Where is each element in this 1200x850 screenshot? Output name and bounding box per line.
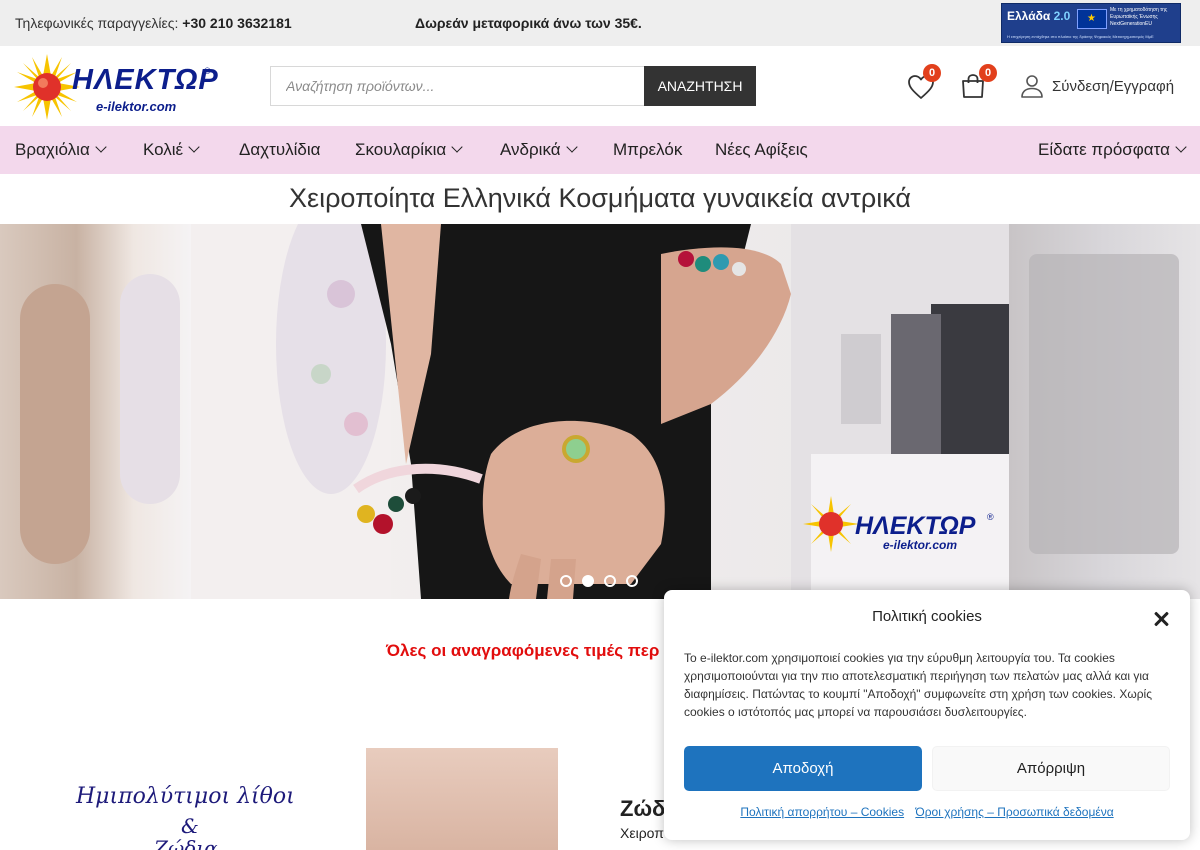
close-icon[interactable] bbox=[1151, 609, 1171, 629]
slider-dot[interactable] bbox=[604, 575, 616, 587]
slide-watermark-site: e-ilektor.com bbox=[883, 538, 958, 552]
slider-dot-active[interactable] bbox=[582, 575, 594, 587]
logo-registered-mark: ® bbox=[204, 66, 211, 76]
arm-photo bbox=[366, 748, 558, 850]
nav-item-label: Κολιέ bbox=[143, 140, 184, 159]
next-slide-peek bbox=[1009, 224, 1200, 599]
search-button[interactable]: ΑΝΑΖΗΤΗΣΗ bbox=[644, 66, 756, 106]
site-logo[interactable]: ΗΛΕΚΤΩΡ ® e-ilektor.com bbox=[14, 52, 224, 120]
slide-watermark-reg: ® bbox=[987, 512, 994, 522]
hero-slide-image: ΗΛΕΚΤΩΡ ® e-ilektor.com bbox=[191, 224, 1009, 599]
slide-peek-shape bbox=[1029, 254, 1179, 554]
terms-of-use-link[interactable]: Όροι χρήσης – Προσωπικά δεδομένα bbox=[915, 805, 1113, 819]
nav-item-earrings[interactable]: Σκουλαρίκια bbox=[355, 140, 463, 160]
previous-slide-peek bbox=[0, 224, 191, 599]
eu-badge-footer: Η επιχείρηση εντάχθηκε στο πλαίσιο της δ… bbox=[1007, 34, 1154, 39]
nav-item-necklaces[interactable]: Κολιέ bbox=[143, 140, 200, 160]
cookie-policy-links: Πολιτική απορρήτου – Cookies Όροι χρήσης… bbox=[664, 805, 1190, 819]
nav-item-label: Δαχτυλίδια bbox=[239, 140, 321, 159]
cart-count-badge: 0 bbox=[979, 64, 997, 82]
promo-subtitle: Χειροπ bbox=[620, 825, 664, 841]
top-bar: Τηλεφωνικές παραγγελίες: +30 210 3632181… bbox=[0, 0, 1200, 46]
search-input[interactable] bbox=[270, 66, 644, 106]
accept-cookies-button[interactable]: Αποδοχή bbox=[684, 746, 922, 791]
eu-badge-title-a: Ελλάδα bbox=[1007, 9, 1051, 23]
nav-item-new-arrivals[interactable]: Νέες Αφίξεις bbox=[715, 140, 808, 160]
phone-label: Τηλεφωνικές παραγγελίες: bbox=[15, 15, 179, 31]
chevron-down-icon bbox=[451, 141, 463, 153]
page-headline: Χειροποίητα Ελληνικά Κοσμήματα γυναικεία… bbox=[289, 183, 911, 213]
privacy-policy-link[interactable]: Πολιτική απορρήτου – Cookies bbox=[740, 805, 904, 819]
slider-dot[interactable] bbox=[626, 575, 638, 587]
promo-image-line3: Ζώδια bbox=[154, 836, 218, 850]
user-icon bbox=[1021, 75, 1043, 98]
sun-logo-icon bbox=[14, 54, 80, 120]
recently-viewed-toggle[interactable]: Είδατε πρόσφατα bbox=[1038, 140, 1187, 160]
price-notice: Όλες οι αναγραφόμενες τιμές περ bbox=[386, 641, 660, 660]
nav-item-rings[interactable]: Δαχτυλίδια bbox=[239, 140, 320, 160]
nav-item-label: Βραχιόλια bbox=[15, 140, 90, 159]
slide-peek-shape bbox=[120, 274, 180, 504]
cookie-dialog-title: Πολιτική cookies bbox=[872, 608, 982, 625]
chevron-down-icon bbox=[1175, 141, 1187, 153]
slide-watermark-word: ΗΛΕΚΤΩΡ bbox=[855, 512, 976, 540]
nav-item-label: Σκουλαρίκια bbox=[355, 140, 447, 159]
slider-dot[interactable] bbox=[560, 575, 572, 587]
nav-item-label: Ανδρικά bbox=[500, 140, 561, 159]
chevron-down-icon bbox=[565, 141, 578, 153]
login-label: Σύνδεση/Εγγραφή bbox=[1052, 78, 1175, 95]
eu-badge-text: Με τη χρηματοδότηση της Ευρωπαϊκής Ένωση… bbox=[1110, 7, 1168, 27]
nav-item-label: Νέες Αφίξεις bbox=[715, 140, 808, 159]
nav-item-label: Μπρελόκ bbox=[613, 140, 683, 159]
deny-cookies-button[interactable]: Απόρριψη bbox=[932, 746, 1170, 791]
nav-item-bracelets[interactable]: Βραχιόλια bbox=[15, 140, 107, 160]
nav-item-keychains[interactable]: Μπρελόκ bbox=[613, 140, 682, 160]
nav-item-mens[interactable]: Ανδρικά bbox=[500, 140, 578, 160]
cookie-dialog-message: Το e-ilektor.com χρησιμοποιεί cookies γι… bbox=[684, 651, 1152, 719]
cart-button[interactable]: 0 bbox=[960, 64, 997, 102]
site-header: ΗΛΕΚΤΩΡ ® e-ilektor.com ΑΝΑΖΗΤΗΣΗ 0 0 Σύ… bbox=[0, 46, 1200, 126]
wishlist-count-badge: 0 bbox=[923, 64, 941, 82]
logo-wordmark: ΗΛΕΚΤΩΡ bbox=[72, 64, 219, 96]
promo-image-line1: Ημιπολύτιμοι λίθοι bbox=[76, 784, 295, 809]
recently-viewed-label: Είδατε πρόσφατα bbox=[1038, 140, 1170, 159]
chevron-down-icon bbox=[188, 141, 200, 153]
slide-peek-shape bbox=[20, 284, 90, 564]
zodiac-promo-image[interactable]: Ημιπολύτιμοι λίθοι & Ζώδια bbox=[36, 748, 558, 850]
wishlist-button[interactable]: 0 bbox=[907, 64, 941, 102]
hero-slider[interactable]: ΗΛΕΚΤΩΡ ® e-ilektor.com bbox=[0, 224, 1200, 599]
product-search: ΑΝΑΖΗΤΗΣΗ bbox=[270, 66, 756, 106]
promo-image-line2: & bbox=[181, 814, 199, 838]
eu-funding-badge[interactable]: Ελλάδα 2.0 Με τη χρηματοδότηση της Ευρωπ… bbox=[1001, 3, 1181, 43]
eu-badge-title: Ελλάδα 2.0 bbox=[1007, 9, 1070, 23]
main-navigation: Βραχιόλια Κολιέ Δαχτυλίδια Σκουλαρίκια Α… bbox=[0, 126, 1200, 174]
cookie-consent-dialog: Πολιτική cookies Το e-ilektor.com χρησιμ… bbox=[664, 590, 1190, 840]
phone-number[interactable]: +30 210 3632181 bbox=[182, 15, 291, 31]
logo-site-url: e-ilektor.com bbox=[96, 99, 177, 114]
chevron-down-icon bbox=[95, 141, 107, 153]
phone-info: Τηλεφωνικές παραγγελίες: +30 210 3632181 bbox=[15, 15, 292, 31]
eu-badge-title-b: 2.0 bbox=[1053, 9, 1071, 23]
slider-pagination bbox=[560, 575, 650, 589]
shipping-promo: Δωρεάν μεταφορικά άνω των 35€. bbox=[415, 15, 642, 31]
eu-flag-icon bbox=[1077, 9, 1107, 29]
